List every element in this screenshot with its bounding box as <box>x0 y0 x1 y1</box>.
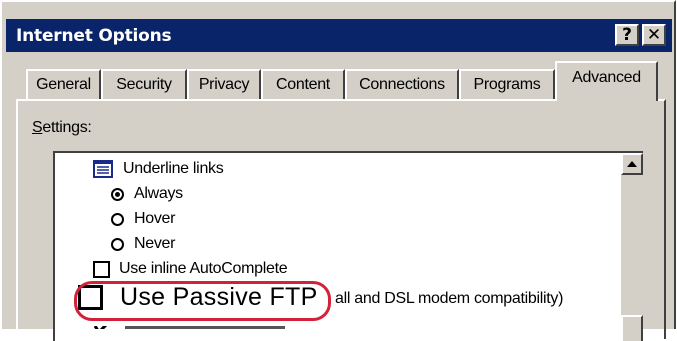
vertical-scrollbar[interactable] <box>621 153 643 341</box>
next-setting-partial <box>55 321 615 329</box>
settings-label-text: ettings: <box>42 119 92 136</box>
radio-never[interactable]: Never <box>111 235 175 253</box>
tab-content[interactable]: Content <box>261 69 345 99</box>
tab-security[interactable]: Security <box>101 69 187 99</box>
radio-label: Never <box>134 235 176 252</box>
tab-content-label: Content <box>276 76 330 93</box>
checkbox-label-enlarged: Use Passive FTP <box>120 283 318 311</box>
radio-button-selected[interactable] <box>111 187 124 201</box>
radio-label: Always <box>134 185 183 202</box>
tab-advanced-label: Advanced <box>572 69 641 86</box>
setting-description-tail: all and DSL modem compatibility) <box>335 290 564 307</box>
settings-group-icon <box>93 160 113 178</box>
title-bar[interactable]: Internet Options ? ✕ <box>6 19 672 52</box>
scroll-thumb[interactable] <box>621 315 643 341</box>
tab-security-label: Security <box>116 76 172 93</box>
title-buttons: ? ✕ <box>615 24 666 46</box>
scroll-up-button[interactable] <box>621 153 643 175</box>
radio-always[interactable]: Always <box>111 185 183 203</box>
tab-connections[interactable]: Connections <box>345 69 459 99</box>
settings-label: Settings: <box>32 119 92 136</box>
window-title: Internet Options <box>16 25 172 46</box>
tab-programs[interactable]: Programs <box>459 69 555 99</box>
setting-label: Underline links <box>123 160 224 177</box>
radio-hover[interactable]: Hover <box>111 210 175 228</box>
tab-programs-label: Programs <box>473 76 541 93</box>
checkbox-passive-ftp[interactable]: Use Passive FTP <box>78 283 318 312</box>
up-arrow-icon <box>627 161 637 167</box>
tab-general[interactable]: General <box>26 69 101 99</box>
tab-privacy-label: Privacy <box>198 76 250 93</box>
checkbox-enlarged[interactable] <box>78 285 103 310</box>
setting-underline-links: Underline links <box>93 160 224 178</box>
help-button[interactable]: ? <box>615 24 639 46</box>
tab-advanced[interactable]: Advanced <box>555 61 658 101</box>
radio-label: Hover <box>134 210 176 227</box>
checkbox[interactable] <box>93 260 110 278</box>
radio-button[interactable] <box>111 212 124 226</box>
checkbox-inline-autocomplete[interactable]: Use inline AutoComplete <box>93 260 288 278</box>
tab-general-label: General <box>36 76 91 93</box>
close-icon: ✕ <box>646 24 662 45</box>
checkbox-label: Use inline AutoComplete <box>119 260 288 277</box>
tab-privacy[interactable]: Privacy <box>187 69 261 99</box>
tab-connections-label: Connections <box>359 76 445 93</box>
radio-button[interactable] <box>111 237 124 251</box>
close-button[interactable]: ✕ <box>642 24 666 46</box>
